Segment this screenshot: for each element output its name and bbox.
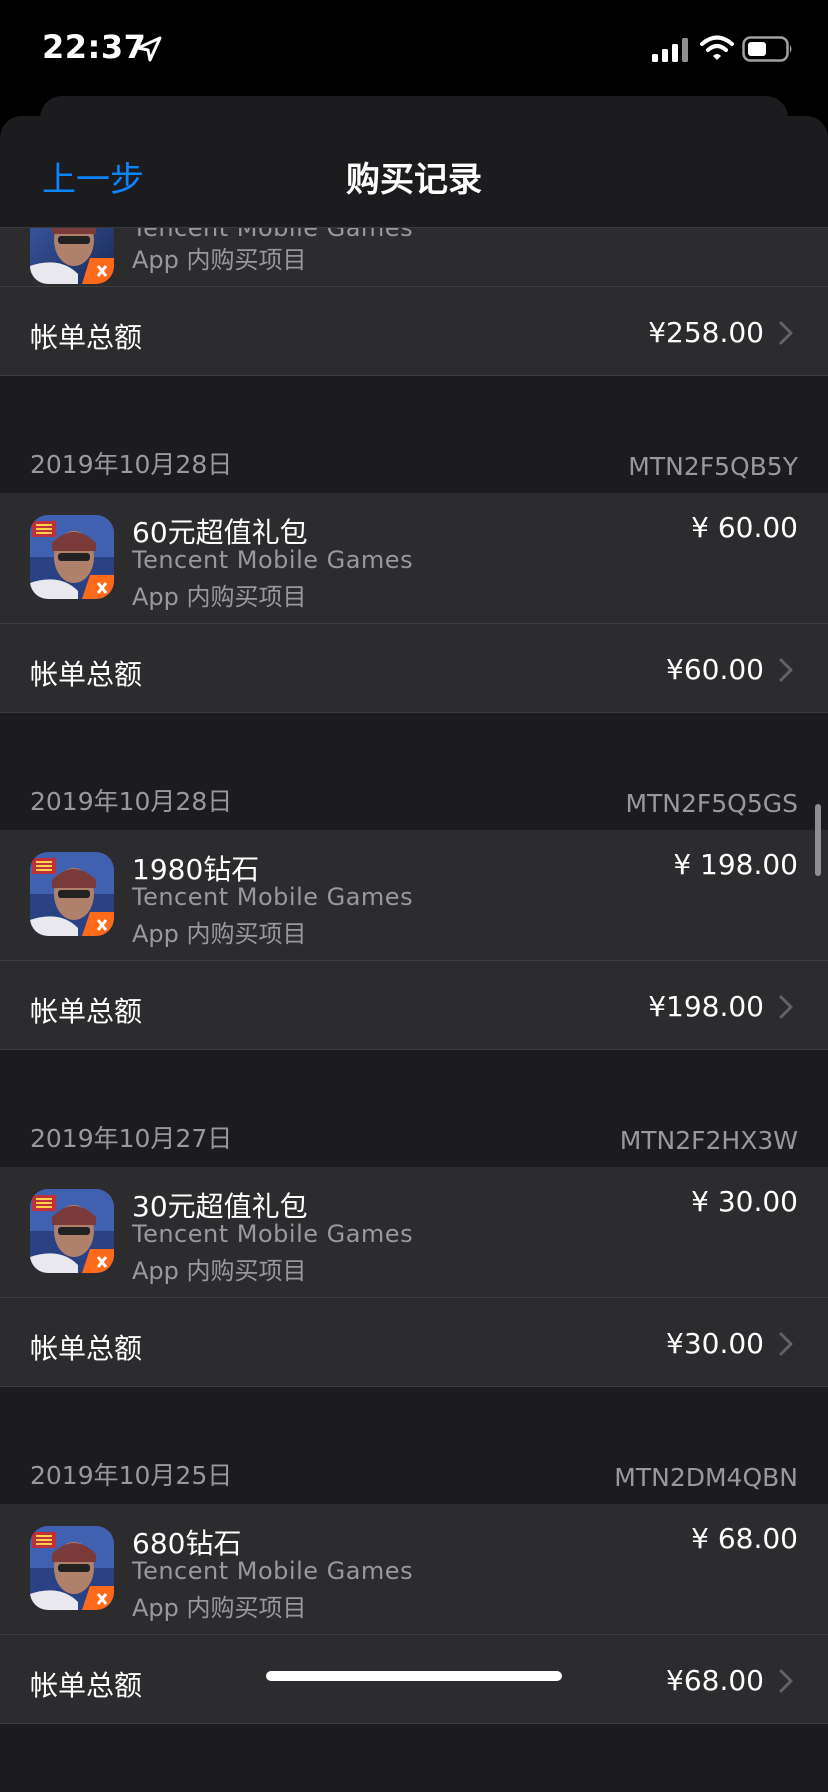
list-item[interactable]: Tencent Mobile Games App 内购买项目 [0, 200, 828, 286]
page-title: 购买记录 [346, 160, 482, 200]
developer-name: Tencent Mobile Games [132, 546, 414, 574]
cellular-signal-icon [652, 38, 688, 62]
purchase-list: Tencent Mobile Games App 内购买项目 帐单总额 ¥258… [0, 200, 828, 1724]
purchase-header: 2019年10月28日 MTN2F5QB5Y [0, 376, 828, 493]
game-app-icon [30, 1189, 114, 1273]
bill-total-value: ¥198.00 [648, 990, 764, 1023]
wifi-icon [700, 35, 734, 60]
bill-total-label: 帐单总额 [30, 1669, 143, 1702]
bill-total-value: ¥60.00 [666, 653, 764, 686]
navigation-bar: 上一步 购买记录 [0, 116, 828, 228]
list-item[interactable]: 30元超值礼包 Tencent Mobile Games App 内购买项目 ¥… [0, 1167, 828, 1297]
status-time: 22:37 [42, 28, 147, 66]
location-arrow-icon [136, 36, 162, 62]
home-indicator[interactable] [266, 1671, 562, 1681]
purchase-header: 2019年10月27日 MTN2F2HX3W [0, 1050, 828, 1167]
purchase-date: 2019年10月28日 [30, 450, 233, 479]
item-type: App 内购买项目 [132, 1257, 307, 1285]
list-item[interactable]: 60元超值礼包 Tencent Mobile Games App 内购买项目 ¥… [0, 493, 828, 623]
item-price: ¥ 198.00 [673, 848, 798, 881]
developer-name: Tencent Mobile Games [132, 1557, 414, 1585]
item-price: ¥ 60.00 [691, 511, 798, 544]
bill-total-row[interactable]: 帐单总额 ¥60.00 [0, 623, 828, 713]
item-type: App 内购买项目 [132, 1594, 307, 1622]
bill-total-row[interactable]: 帐单总额 ¥258.00 [0, 286, 828, 376]
purchase-header: 2019年10月25日 MTN2DM4QBN [0, 1387, 828, 1504]
order-id: MTN2F5QB5Y [628, 452, 798, 481]
chevron-right-icon [779, 1332, 793, 1356]
status-bar: 22:37 [0, 0, 828, 100]
item-name: 30元超值礼包 [132, 1190, 308, 1223]
item-name: 1980钻石 [132, 853, 260, 886]
chevron-right-icon [779, 321, 793, 345]
battery-icon [742, 36, 792, 62]
purchase-group: 2019年10月28日 MTN2F5Q5GS 1980钻石 Tencent Mo… [0, 713, 828, 1050]
item-price: ¥ 68.00 [691, 1522, 798, 1555]
purchase-header: 2019年10月28日 MTN2F5Q5GS [0, 713, 828, 830]
item-name: 680钻石 [132, 1527, 242, 1560]
game-app-icon [30, 515, 114, 599]
item-type: App 内购买项目 [132, 920, 307, 948]
bill-total-label: 帐单总额 [30, 1332, 143, 1365]
chevron-right-icon [779, 1669, 793, 1693]
purchase-date: 2019年10月28日 [30, 787, 233, 816]
item-type: App 内购买项目 [132, 246, 307, 274]
bill-total-label: 帐单总额 [30, 321, 143, 354]
list-item[interactable]: 1980钻石 Tencent Mobile Games App 内购买项目 ¥ … [0, 830, 828, 960]
purchase-date: 2019年10月25日 [30, 1461, 233, 1490]
bill-total-label: 帐单总额 [30, 658, 143, 691]
list-item[interactable]: 680钻石 Tencent Mobile Games App 内购买项目 ¥ 6… [0, 1504, 828, 1634]
purchase-group: 2019年10月27日 MTN2F2HX3W 30元超值礼包 Tencent M… [0, 1050, 828, 1387]
bill-total-row[interactable]: 帐单总额 ¥30.00 [0, 1297, 828, 1387]
bill-total-value: ¥30.00 [666, 1327, 764, 1360]
order-id: MTN2F2HX3W [619, 1126, 798, 1155]
purchase-group: 2019年10月28日 MTN2F5QB5Y 60元超值礼包 Tencent M… [0, 376, 828, 713]
chevron-right-icon [779, 658, 793, 682]
purchase-date: 2019年10月27日 [30, 1124, 233, 1153]
developer-name: Tencent Mobile Games [132, 1220, 414, 1248]
purchase-history-sheet: 上一步 购买记录 Tencent Mobile Games App 内购买项目 … [0, 116, 828, 1792]
bill-total-value: ¥68.00 [666, 1664, 764, 1697]
game-app-icon [30, 852, 114, 936]
bill-total-row[interactable]: 帐单总额 ¥198.00 [0, 960, 828, 1050]
bill-total-value: ¥258.00 [648, 316, 764, 349]
scroll-indicator[interactable] [815, 804, 821, 876]
item-name: 60元超值礼包 [132, 516, 308, 549]
chevron-right-icon [779, 995, 793, 1019]
item-price: ¥ 30.00 [691, 1185, 798, 1218]
game-app-icon [30, 1526, 114, 1610]
bill-total-label: 帐单总额 [30, 995, 143, 1028]
order-id: MTN2F5Q5GS [625, 789, 798, 818]
developer-name: Tencent Mobile Games [132, 883, 414, 911]
item-type: App 内购买项目 [132, 583, 307, 611]
order-id: MTN2DM4QBN [614, 1463, 798, 1492]
